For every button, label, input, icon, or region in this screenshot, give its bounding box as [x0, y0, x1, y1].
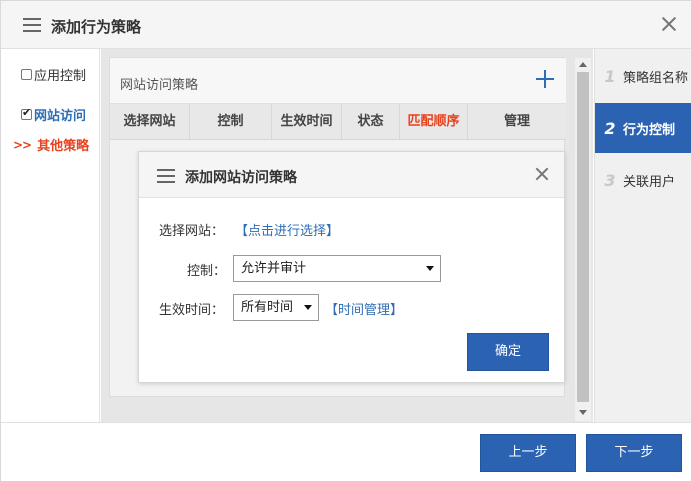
scroll-down-icon[interactable]: [579, 410, 587, 415]
scroll-thumb[interactable]: [577, 72, 589, 402]
panel-header: 网站访问策略: [110, 58, 566, 104]
col-status: 状态: [342, 104, 400, 140]
step-label: 策略组名称: [623, 70, 689, 86]
wizard-steps: 1 策略组名称 2 行为控制 3 关联用户: [594, 49, 691, 422]
step-label: 关联用户: [623, 174, 676, 190]
panel-title: 网站访问策略: [120, 78, 199, 93]
select-site-link[interactable]: 【点击进行选择】: [235, 220, 339, 239]
effective-time-select[interactable]: 所有时间: [233, 294, 319, 321]
popup-close-icon[interactable]: [534, 166, 550, 182]
nav-item-label: 网站访问: [34, 109, 87, 124]
effective-time-label: 生效时间：: [159, 303, 225, 318]
dialog-footer: 上一步 下一步: [1, 422, 691, 481]
left-nav: 应用控制 网站访问 >> 其他策略: [5, 49, 100, 422]
nav-item-label: 其他策略: [37, 139, 90, 154]
effective-time-value: 所有时间: [241, 300, 294, 315]
menu-icon: [23, 18, 41, 32]
website-access-checkbox[interactable]: [21, 106, 32, 120]
step-number: 1: [604, 66, 616, 86]
control-select-value: 允许并审计: [241, 261, 307, 276]
time-manage-link[interactable]: 【时间管理】: [325, 299, 403, 318]
nav-item-other-policy[interactable]: >> 其他策略: [13, 135, 90, 155]
close-icon[interactable]: [660, 15, 678, 33]
chevron-down-icon: [304, 305, 312, 310]
nav-item-app-control[interactable]: 应用控制: [21, 65, 86, 84]
popup-title: 添加网站访问策略: [185, 170, 297, 186]
add-behavior-policy-dialog: 添加行为策略 应用控制 网站访问 >> 其他策略 网站访问策略 选择网站 控制: [0, 0, 691, 481]
col-manage: 管理: [503, 114, 530, 129]
step-label: 行为控制: [623, 122, 676, 138]
prev-step-button[interactable]: 上一步: [480, 434, 576, 472]
nav-item-label: 应用控制: [34, 69, 87, 84]
step-policy-group-name[interactable]: 1 策略组名称: [595, 51, 691, 101]
control-select[interactable]: 允许并审计: [233, 255, 441, 282]
step-number: 3: [604, 170, 616, 190]
double-chevron-right-icon: >>: [13, 137, 32, 152]
select-site-label: 选择网站：: [159, 224, 225, 239]
confirm-button[interactable]: 确定: [467, 333, 549, 371]
col-select-site: 选择网站: [110, 104, 190, 140]
menu-icon: [157, 169, 175, 183]
app-control-checkbox[interactable]: [21, 69, 32, 80]
nav-item-website-access[interactable]: 网站访问: [21, 105, 86, 124]
col-control: 控制: [190, 104, 272, 140]
vertical-scrollbar[interactable]: [575, 58, 591, 421]
add-website-policy-popup: 添加网站访问策略 选择网站： 【点击进行选择】 控制： 允许并审计 生效时间： …: [138, 151, 565, 383]
step-link-users[interactable]: 3 关联用户: [595, 155, 691, 205]
col-match-order[interactable]: 匹配顺序: [400, 104, 468, 140]
dialog-titlebar: 添加行为策略: [1, 1, 691, 49]
next-step-button[interactable]: 下一步: [586, 434, 682, 472]
col-effective-time: 生效时间: [272, 104, 342, 140]
chevron-down-icon: [426, 266, 434, 271]
table-header: 选择网站 控制 生效时间 状态 匹配顺序 管理: [110, 104, 566, 140]
scroll-up-icon[interactable]: [579, 62, 587, 67]
step-behavior-control[interactable]: 2 行为控制: [595, 103, 691, 153]
control-label: 控制：: [187, 264, 227, 279]
dialog-title: 添加行为策略: [51, 18, 142, 36]
add-icon[interactable]: [536, 70, 554, 88]
step-number: 2: [604, 118, 616, 138]
popup-header: 添加网站访问策略: [139, 152, 564, 198]
